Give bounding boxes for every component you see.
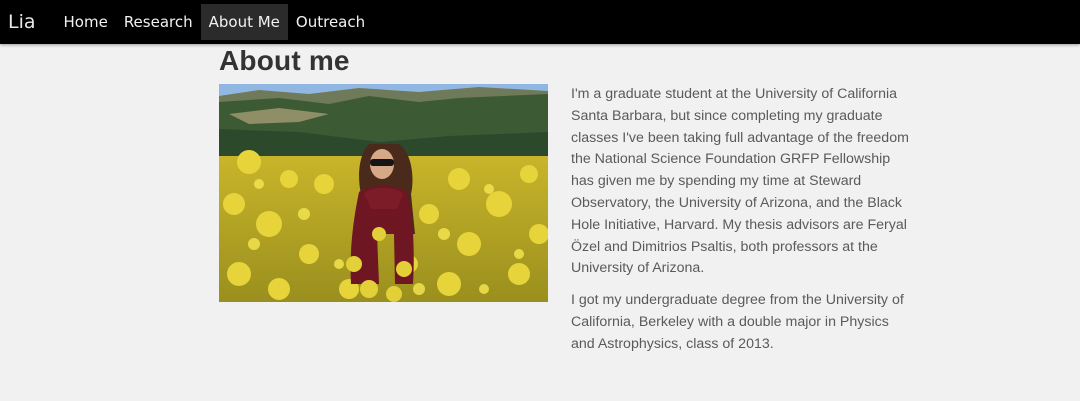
nav-home[interactable]: Home: [56, 4, 116, 40]
page-title: About me: [219, 45, 350, 76]
about-text: I'm a graduate student at the University…: [571, 84, 911, 366]
main-content: About me I'm a graduate student at the U…: [0, 44, 1080, 401]
profile-photo: [219, 84, 548, 302]
nav-about-me[interactable]: About Me: [200, 4, 288, 40]
education-paragraph: I got my undergraduate degree from the U…: [571, 292, 904, 352]
bio-paragraph: I'm a graduate student at the University…: [571, 86, 909, 277]
nav-outreach[interactable]: Outreach: [288, 4, 373, 40]
top-navbar: Lia Home Research About Me Outreach: [0, 0, 1080, 44]
nav-research[interactable]: Research: [116, 4, 201, 40]
site-brand[interactable]: Lia: [0, 11, 56, 33]
